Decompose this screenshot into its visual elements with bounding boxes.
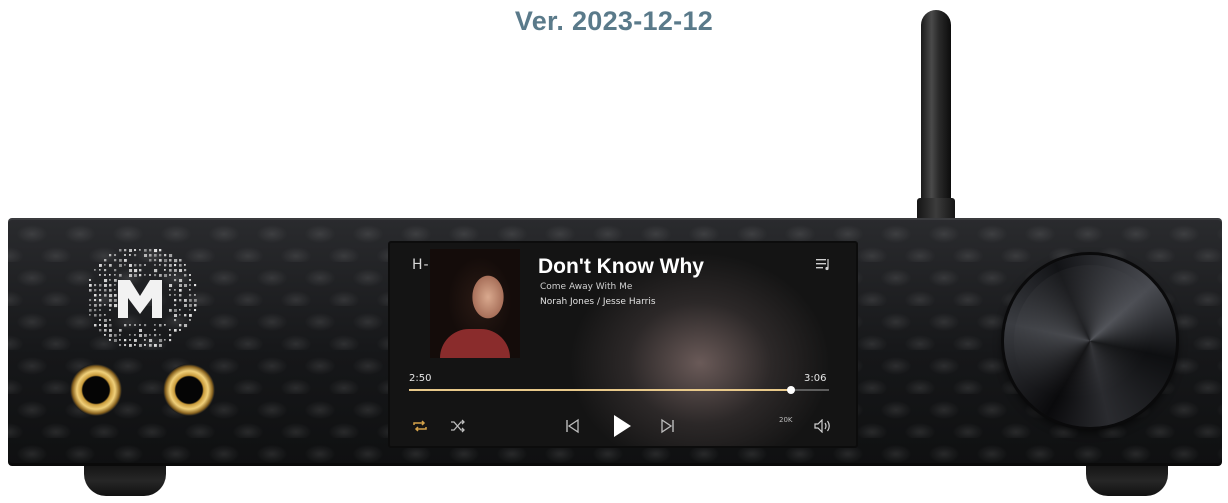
brand-logo <box>80 240 200 350</box>
progress-bar[interactable] <box>409 386 829 394</box>
repeat-icon[interactable] <box>412 419 428 433</box>
headphone-jack-right[interactable] <box>163 364 215 416</box>
track-artists: Norah Jones / Jesse Harris <box>540 297 656 307</box>
volume-icon[interactable] <box>814 419 832 433</box>
previous-icon[interactable] <box>564 418 580 434</box>
antenna <box>921 10 951 225</box>
track-album: Come Away With Me <box>540 282 633 292</box>
album-art <box>430 249 520 358</box>
track-title: Don't Know Why <box>538 255 704 278</box>
progress-handle[interactable] <box>787 386 796 394</box>
volume-level-label: 20K <box>779 416 793 424</box>
time-elapsed: 2:50 <box>409 373 432 384</box>
next-icon[interactable] <box>660 418 676 434</box>
now-playing-screen: H-K Don't Know Why Come Away With Me Nor… <box>388 241 858 448</box>
headphone-jack-left[interactable] <box>70 364 122 416</box>
shuffle-icon[interactable] <box>450 419 466 433</box>
play-icon[interactable] <box>612 414 632 438</box>
progress-fill <box>409 389 792 391</box>
queue-icon[interactable] <box>816 257 832 271</box>
time-total: 3:06 <box>804 373 827 384</box>
version-label: Ver. 2023-12-12 <box>514 6 714 36</box>
volume-knob[interactable] <box>1004 255 1176 427</box>
